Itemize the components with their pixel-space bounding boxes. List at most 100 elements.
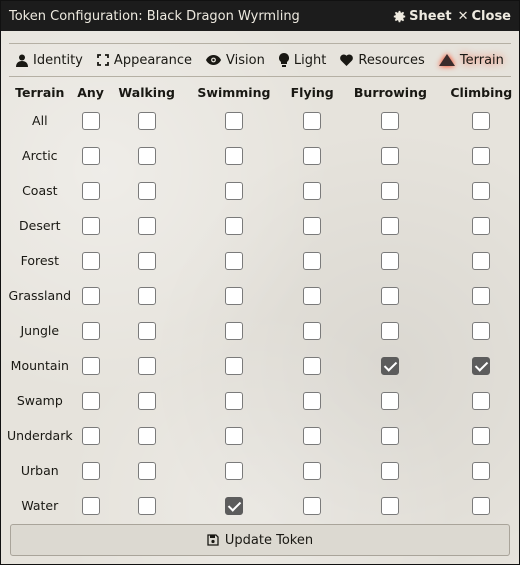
checkbox-climbing[interactable] xyxy=(472,496,491,515)
terrain-row: Coast xyxy=(7,173,520,208)
checkbox-any[interactable] xyxy=(81,146,100,165)
update-token-button[interactable]: Update Token xyxy=(10,524,510,556)
sheet-button[interactable]: Sheet xyxy=(393,9,452,24)
terrain-label: Jungle xyxy=(20,323,60,338)
checkbox-climbing[interactable] xyxy=(472,391,491,410)
window-titlebar[interactable]: Token Configuration: Black Dragon Wyrmli… xyxy=(1,1,519,31)
checkbox-walking[interactable] xyxy=(137,426,156,445)
checkbox-walking[interactable] xyxy=(137,146,156,165)
checkbox-climbing[interactable] xyxy=(472,426,491,445)
tab-light[interactable]: Light xyxy=(278,53,326,68)
checkbox-burrowing[interactable] xyxy=(381,391,400,410)
close-button[interactable]: ✕ Close xyxy=(458,9,511,24)
checkbox-flying[interactable] xyxy=(303,496,322,515)
checkbox-flying[interactable] xyxy=(303,181,322,200)
checkbox-flying[interactable] xyxy=(303,426,322,445)
checkbox-walking[interactable] xyxy=(137,286,156,305)
tab-vision[interactable]: Vision xyxy=(206,53,265,68)
checkbox-burrowing[interactable] xyxy=(381,216,400,235)
checkbox-swimming[interactable] xyxy=(224,356,243,375)
checkbox-flying[interactable] xyxy=(303,251,322,270)
checkbox-cell xyxy=(341,383,439,418)
checkbox-flying[interactable] xyxy=(303,356,322,375)
checkbox-walking[interactable] xyxy=(137,216,156,235)
tab-terrain[interactable]: Terrain xyxy=(438,53,504,68)
checkbox-flying[interactable] xyxy=(303,146,322,165)
checkbox-burrowing[interactable] xyxy=(381,321,400,340)
checkbox-walking[interactable] xyxy=(137,111,156,130)
checkbox-swimming[interactable] xyxy=(224,496,243,515)
checkbox-climbing[interactable] xyxy=(472,111,491,130)
checkbox-climbing[interactable] xyxy=(472,321,491,340)
checkbox-swimming[interactable] xyxy=(224,216,243,235)
checkbox-flying[interactable] xyxy=(303,286,322,305)
checkbox-burrowing[interactable] xyxy=(381,146,400,165)
checkbox-any[interactable] xyxy=(81,461,100,480)
checkbox-cell xyxy=(109,103,185,138)
checkbox-walking[interactable] xyxy=(137,251,156,270)
checkbox-cell xyxy=(440,418,520,453)
checkbox-any[interactable] xyxy=(81,391,100,410)
checkbox-any[interactable] xyxy=(81,251,100,270)
checkbox-swimming[interactable] xyxy=(224,426,243,445)
checkbox-swimming[interactable] xyxy=(224,391,243,410)
checkbox-burrowing[interactable] xyxy=(381,286,400,305)
terrain-row: Jungle xyxy=(7,313,520,348)
checkbox-cell xyxy=(341,278,439,313)
checkbox-walking[interactable] xyxy=(137,181,156,200)
column-header: Terrain xyxy=(15,84,65,100)
tab-appearance[interactable]: Appearance xyxy=(97,53,192,68)
checkbox-swimming[interactable] xyxy=(224,111,243,130)
checkbox-climbing[interactable] xyxy=(472,216,491,235)
checkbox-any[interactable] xyxy=(81,111,100,130)
checkbox-climbing[interactable] xyxy=(472,356,491,375)
checkbox-flying[interactable] xyxy=(303,391,322,410)
lightbulb-icon xyxy=(278,53,289,67)
checkbox-swimming[interactable] xyxy=(224,321,243,340)
checkbox-burrowing[interactable] xyxy=(381,111,400,130)
checkbox-walking[interactable] xyxy=(137,461,156,480)
checkbox-walking[interactable] xyxy=(137,356,156,375)
checkbox-any[interactable] xyxy=(81,321,100,340)
terrain-row: Urban xyxy=(7,453,520,488)
column-header: Flying xyxy=(290,84,334,100)
checkbox-any[interactable] xyxy=(81,496,100,515)
checkbox-climbing[interactable] xyxy=(472,286,491,305)
checkbox-swimming[interactable] xyxy=(224,251,243,270)
tab-resources[interactable]: Resources xyxy=(340,53,425,68)
checkbox-flying[interactable] xyxy=(303,321,322,340)
checkbox-any[interactable] xyxy=(81,216,100,235)
mountain-icon xyxy=(438,54,455,66)
checkbox-climbing[interactable] xyxy=(472,146,491,165)
checkbox-swimming[interactable] xyxy=(224,146,243,165)
tab-identity[interactable]: Identity xyxy=(16,53,83,68)
checkbox-any[interactable] xyxy=(81,426,100,445)
checkbox-walking[interactable] xyxy=(137,391,156,410)
checkbox-cell xyxy=(109,243,185,278)
checkbox-burrowing[interactable] xyxy=(381,356,400,375)
checkbox-burrowing[interactable] xyxy=(381,496,400,515)
checkbox-swimming[interactable] xyxy=(224,181,243,200)
column-header: Burrowing xyxy=(353,84,427,100)
terrain-row: All xyxy=(7,103,520,138)
checkbox-cell xyxy=(73,243,109,278)
checkbox-burrowing[interactable] xyxy=(381,181,400,200)
checkbox-walking[interactable] xyxy=(137,321,156,340)
checkbox-cell xyxy=(283,488,341,523)
checkbox-any[interactable] xyxy=(81,181,100,200)
checkbox-walking[interactable] xyxy=(137,496,156,515)
checkbox-flying[interactable] xyxy=(303,216,322,235)
checkbox-burrowing[interactable] xyxy=(381,461,400,480)
checkbox-flying[interactable] xyxy=(303,461,322,480)
checkbox-any[interactable] xyxy=(81,286,100,305)
checkbox-burrowing[interactable] xyxy=(381,426,400,445)
checkbox-climbing[interactable] xyxy=(472,251,491,270)
update-token-label: Update Token xyxy=(224,532,314,548)
checkbox-climbing[interactable] xyxy=(472,181,491,200)
checkbox-swimming[interactable] xyxy=(224,461,243,480)
checkbox-any[interactable] xyxy=(81,356,100,375)
checkbox-flying[interactable] xyxy=(303,111,322,130)
checkbox-climbing[interactable] xyxy=(472,461,491,480)
checkbox-swimming[interactable] xyxy=(224,286,243,305)
checkbox-burrowing[interactable] xyxy=(381,251,400,270)
